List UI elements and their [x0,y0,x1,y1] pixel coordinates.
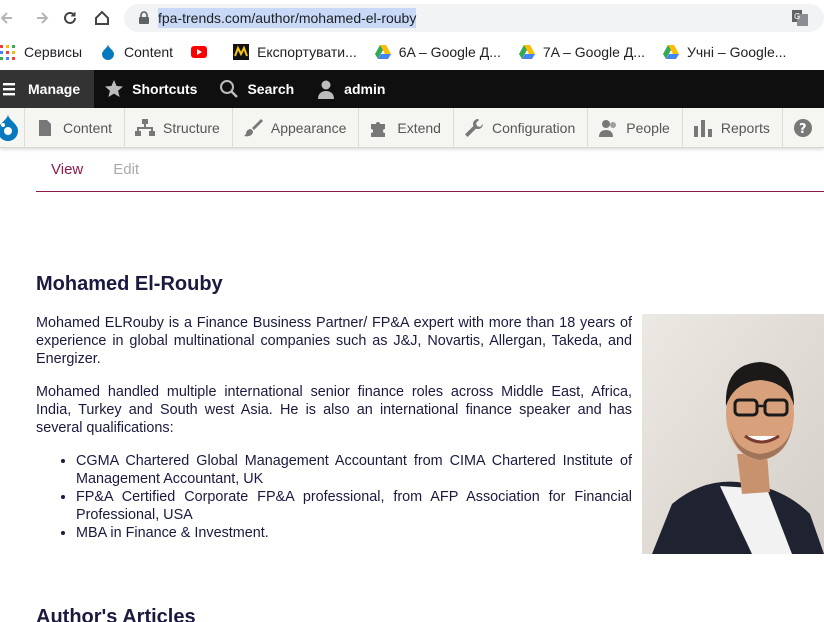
page-title: Mohamed El-Rouby [36,273,223,295]
google-drive-icon [662,44,679,60]
people-icon [598,118,618,138]
star-icon [104,79,124,99]
lock-icon [136,10,152,26]
home-button[interactable] [86,0,118,36]
bookmark-label: 7A – Google Д... [542,44,645,60]
author-bio: Mohamed ELRouby is a Finance Business Pa… [36,314,632,542]
tray-item-reports[interactable]: Reports [683,108,783,147]
tray-item-content[interactable]: Content [25,108,126,147]
tray-label: Structure [163,119,220,136]
tray-label: Extend [397,119,441,136]
tray-label: People [626,119,670,136]
drupal-logo-icon[interactable] [0,108,25,147]
arrow-right-icon [37,12,49,24]
drupal-icon [100,44,116,60]
admin-tray: Content Structure Appearance Extend Conf… [0,108,824,148]
google-drive-icon [518,44,535,60]
bookmark-students[interactable]: Учні – Google... [662,44,787,60]
search-button[interactable]: Search [211,70,308,108]
tray-item-help[interactable]: ? [783,108,824,147]
manage-button[interactable]: Manage [0,70,95,108]
back-button[interactable] [0,0,20,36]
manage-label: Manage [28,81,81,97]
tray-item-people[interactable]: People [588,108,683,147]
translate-icon[interactable]: G [792,10,808,26]
address-bar[interactable]: fpa-trends.com/author/mohamed-el-rouby G [124,4,824,32]
reload-icon [64,11,76,24]
file-icon [35,118,55,138]
bookmark-apps[interactable]: Сервисы [0,44,82,60]
bookmark-label: Учні – Google... [686,44,787,60]
tray-item-appearance[interactable]: Appearance [233,108,360,147]
search-label: Search [247,81,295,97]
svg-text:G: G [794,12,800,21]
google-drive-icon [374,44,391,60]
shortcuts-button[interactable]: Shortcuts [94,70,211,108]
tray-label: Reports [720,119,770,136]
shortcuts-label: Shortcuts [132,81,198,97]
bookmark-label: Content [124,44,174,60]
menu-icon [0,79,20,99]
admin-toolbar: Manage Shortcuts Search admin [0,70,824,108]
wrench-icon [464,118,484,138]
search-icon [219,79,239,99]
user-button[interactable]: admin [308,70,399,108]
bookmarks-bar: Сервисы Content Експортувати... 6A – Goo… [0,36,824,68]
bookmark-content[interactable]: Content [100,44,173,60]
articles-heading: Author's Articles [36,606,196,622]
url-text[interactable]: fpa-trends.com/author/mohamed-el-rouby [158,8,417,28]
bookmark-label: Експортувати... [257,44,357,60]
reload-button[interactable] [54,0,86,36]
bar-chart-icon [693,118,713,138]
tray-label: Appearance [270,119,347,136]
tray-label: Content [63,119,113,136]
browser-toolbar: fpa-trends.com/author/mohamed-el-rouby G [0,0,824,36]
tab-view[interactable]: View [36,161,98,178]
tray-item-structure[interactable]: Structure [125,108,233,147]
home-icon [95,10,109,25]
apps-grid-icon [0,44,16,60]
qualifications-list: CGMA Chartered Global Management Account… [76,452,632,542]
bookmark-youtube[interactable] [191,44,215,60]
site-favicon-icon [233,44,250,60]
author-photo [642,314,824,554]
user-icon [316,79,336,99]
user-label: admin [344,81,386,97]
svg-text:?: ? [799,122,807,137]
local-tabs: View Edit [36,148,824,192]
tray-item-configuration[interactable]: Configuration [454,108,589,147]
sitemap-icon [135,118,156,138]
bookmark-export[interactable]: Експортувати... [233,44,357,60]
list-item: MBA in Finance & Investment. [76,524,632,542]
list-item: CGMA Chartered Global Management Account… [76,452,632,488]
bookmark-label: 6A – Google Д... [398,44,501,60]
youtube-icon [191,44,208,60]
bookmark-7a[interactable]: 7A – Google Д... [518,44,645,60]
bio-paragraph: Mohamed handled multiple international s… [36,384,632,436]
puzzle-icon [369,118,389,138]
bookmark-label: Сервисы [24,44,83,60]
list-item: FP&A Certified Corporate FP&A profession… [76,488,632,524]
tray-label: Configuration [491,119,576,136]
arrow-left-icon [0,12,12,24]
paintbrush-icon [243,118,263,138]
help-icon: ? [793,118,813,138]
tab-edit[interactable]: Edit [98,161,154,178]
bookmark-6a[interactable]: 6A – Google Д... [374,44,501,60]
tray-item-extend[interactable]: Extend [359,108,454,147]
bio-paragraph: Mohamed ELRouby is a Finance Business Pa… [36,315,632,367]
